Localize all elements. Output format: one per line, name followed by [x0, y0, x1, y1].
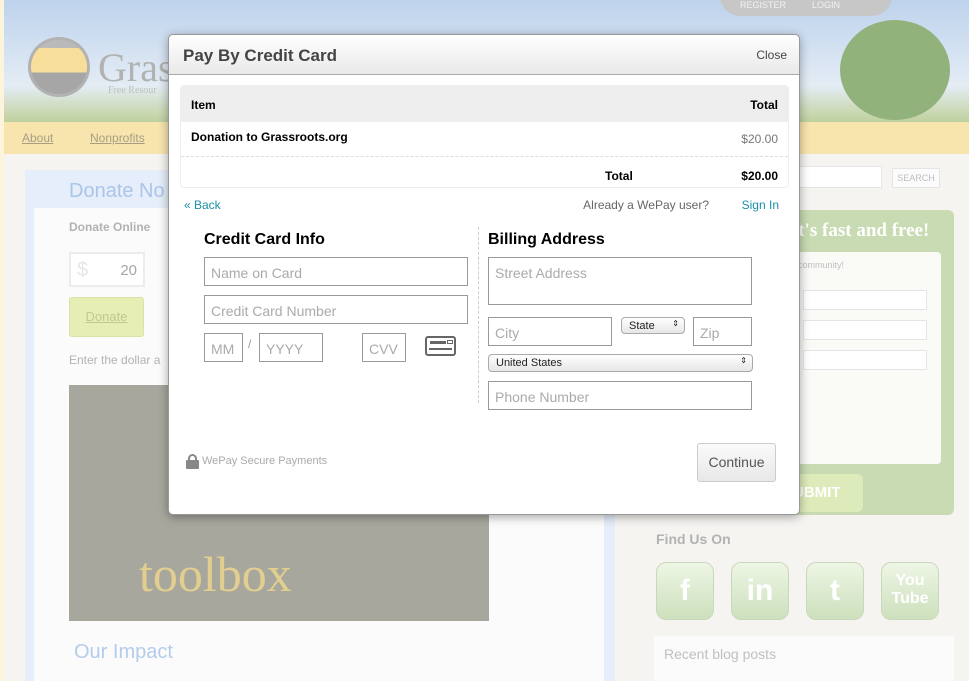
back-link[interactable]: « Back — [184, 198, 221, 212]
total-label: Total — [605, 169, 633, 183]
city-input[interactable]: City — [488, 317, 612, 346]
state-select[interactable]: State ⇕ — [621, 317, 685, 334]
country-value: United States — [496, 357, 563, 369]
street-address-input[interactable]: Street Address — [488, 257, 752, 305]
credit-card-modal: Pay By Credit Card Close Item Total Dona… — [168, 34, 800, 515]
column-divider — [478, 227, 479, 403]
phone-input[interactable]: Phone Number — [488, 381, 752, 410]
sign-in-link[interactable]: Sign In — [742, 198, 779, 212]
name-on-card-input[interactable]: Name on Card — [204, 257, 468, 286]
select-arrows-icon: ⇕ — [740, 356, 747, 365]
item-name: Donation to Grassroots.org — [191, 130, 348, 144]
close-button[interactable]: Close — [756, 48, 787, 62]
total-value: $20.00 — [741, 169, 778, 183]
modal-title: Pay By Credit Card — [183, 46, 337, 65]
card-cvv-icon — [425, 336, 456, 356]
select-arrows-icon: ⇕ — [672, 319, 679, 328]
exp-year-input[interactable]: YYYY — [259, 333, 323, 362]
billing-heading: Billing Address — [488, 231, 605, 248]
state-value: State — [629, 320, 655, 332]
card-number-input[interactable]: Credit Card Number — [204, 295, 468, 324]
secure-payments-text: WePay Secure Payments — [202, 455, 328, 467]
lock-icon — [186, 454, 199, 469]
zip-input[interactable]: Zip — [693, 317, 752, 346]
item-header: Item — [191, 98, 216, 112]
country-select[interactable]: United States ⇕ — [488, 354, 753, 372]
total-header: Total — [750, 98, 778, 112]
cvv-input[interactable]: CVV — [362, 333, 406, 362]
exp-month-input[interactable]: MM — [204, 333, 243, 362]
item-total: $20.00 — [741, 132, 778, 146]
date-separator: / — [248, 337, 252, 351]
cc-heading: Credit Card Info — [204, 231, 325, 248]
order-table: Item Total Donation to Grassroots.org $2… — [180, 85, 789, 188]
already-user-text: Already a WePay user? — [583, 198, 709, 212]
continue-button[interactable]: Continue — [697, 443, 776, 482]
